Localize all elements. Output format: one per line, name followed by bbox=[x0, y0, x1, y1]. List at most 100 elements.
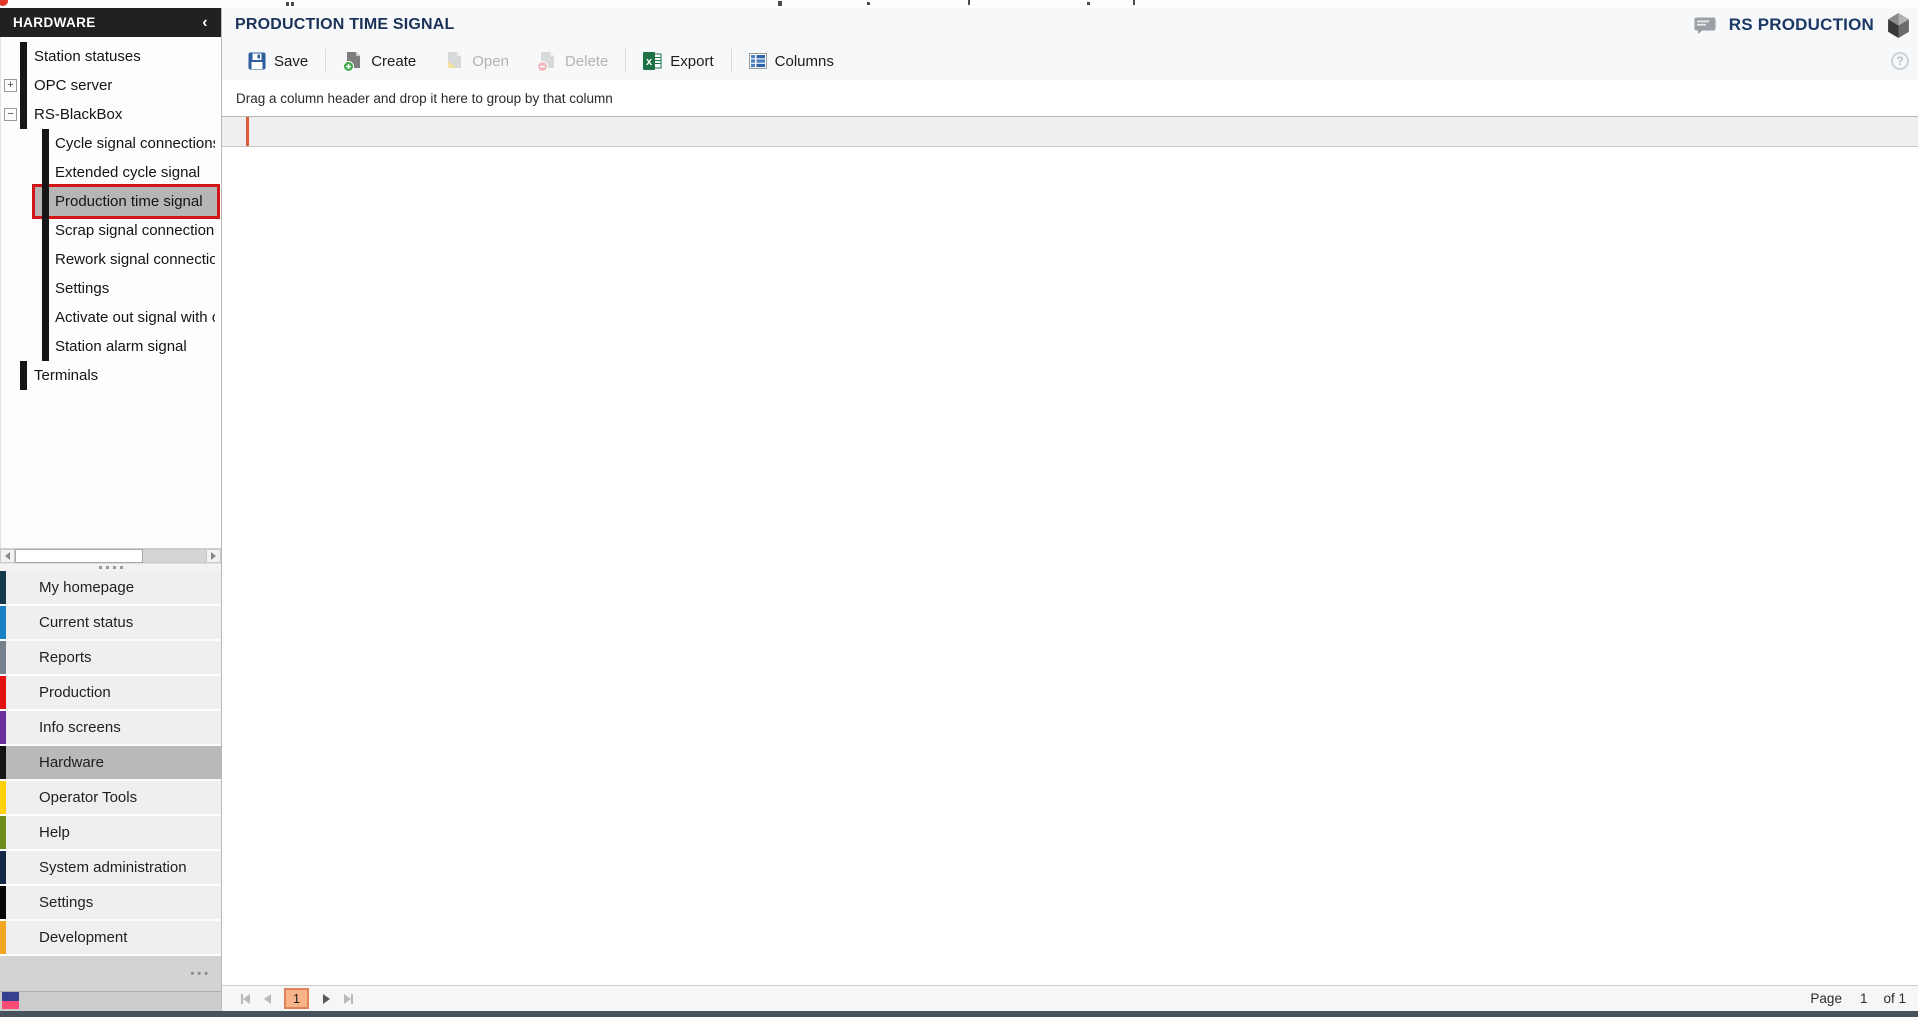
nav-color-stripe bbox=[0, 711, 6, 744]
toolbar-separator bbox=[625, 49, 626, 73]
save-label: Save bbox=[274, 53, 308, 70]
create-icon bbox=[343, 51, 363, 72]
cube-logo-icon bbox=[1887, 13, 1910, 38]
nav-item-development[interactable]: Development bbox=[0, 921, 221, 954]
pager-bar: 1 Page 1 of 1 bbox=[222, 985, 1918, 1011]
tree-item-label: Settings bbox=[55, 280, 109, 297]
language-flag-icon[interactable] bbox=[2, 992, 19, 1009]
text-fragment bbox=[286, 2, 289, 6]
tree-item-cycle-signal-connections[interactable]: Cycle signal connections bbox=[1, 129, 221, 158]
tree-item-opc-server[interactable]: + OPC server bbox=[1, 71, 221, 100]
tree-item-label: RS-BlackBox bbox=[34, 106, 122, 123]
expand-plus-icon[interactable]: + bbox=[4, 79, 17, 92]
nav-item-system-administration[interactable]: System administration bbox=[0, 851, 221, 884]
tree-guide-bar bbox=[42, 303, 49, 332]
previous-page-icon bbox=[264, 994, 271, 1004]
nav-item-label: My homepage bbox=[39, 579, 134, 596]
open-label: Open bbox=[472, 53, 509, 70]
open-button[interactable]: Open bbox=[430, 46, 523, 76]
nav-item-settings[interactable]: Settings bbox=[0, 886, 221, 919]
nav-item-operator-tools[interactable]: Operator Tools bbox=[0, 781, 221, 814]
current-page-button[interactable]: 1 bbox=[284, 988, 309, 1009]
nav-item-help[interactable]: Help bbox=[0, 816, 221, 849]
text-fragment bbox=[867, 2, 870, 5]
columns-button[interactable]: Columns bbox=[735, 46, 848, 76]
delete-icon bbox=[537, 51, 557, 72]
tree-item-label: Cycle signal connections bbox=[55, 135, 215, 152]
next-page-icon bbox=[323, 994, 330, 1004]
create-label: Create bbox=[371, 53, 416, 70]
nav-color-stripe bbox=[0, 816, 6, 849]
tree-item-station-alarm-signal[interactable]: Station alarm signal bbox=[1, 332, 221, 361]
nav-item-production[interactable]: Production bbox=[0, 676, 221, 709]
nav-item-my-homepage[interactable]: My homepage bbox=[0, 571, 221, 604]
tree-item-label: Terminals bbox=[34, 367, 98, 384]
collapse-minus-icon[interactable]: − bbox=[4, 108, 17, 121]
excel-export-icon: x bbox=[643, 52, 662, 70]
nav-item-label: Reports bbox=[39, 649, 92, 666]
nav-color-stripe bbox=[0, 606, 6, 639]
nav-color-stripe bbox=[0, 746, 6, 779]
tree-guide-bar bbox=[20, 42, 27, 71]
scroll-left-button[interactable] bbox=[0, 549, 15, 563]
module-nav: My homepage Current status Reports Produ… bbox=[0, 571, 221, 956]
tree-item-rework-signal-connection[interactable]: Rework signal connection bbox=[1, 245, 221, 274]
save-button[interactable]: Save bbox=[234, 46, 322, 76]
tree-item-label: OPC server bbox=[34, 77, 112, 94]
left-arrow-icon bbox=[5, 552, 10, 560]
help-icon[interactable]: ? bbox=[1891, 52, 1909, 70]
first-page-button[interactable] bbox=[234, 989, 256, 1009]
nav-color-stripe bbox=[0, 641, 6, 674]
tree-item-production-time-signal[interactable]: Production time signal bbox=[1, 187, 221, 216]
nav-item-current-status[interactable]: Current status bbox=[0, 606, 221, 639]
tree-item-label: Activate out signal with o bbox=[55, 309, 215, 326]
chat-icon[interactable] bbox=[1694, 17, 1716, 34]
sidebar-title: HARDWARE bbox=[13, 15, 96, 30]
scrollbar-thumb[interactable] bbox=[15, 549, 143, 563]
main-content: PRODUCTION TIME SIGNAL RS PRODUCTION bbox=[222, 8, 1918, 1011]
panel-splitter[interactable] bbox=[0, 563, 221, 571]
page-indicator: Page 1 of 1 bbox=[1810, 991, 1906, 1006]
brand-cluster: RS PRODUCTION bbox=[1694, 8, 1910, 42]
export-label: Export bbox=[670, 53, 713, 70]
text-fragment bbox=[1133, 0, 1135, 5]
nav-item-info-screens[interactable]: Info screens bbox=[0, 711, 221, 744]
delete-button[interactable]: Delete bbox=[523, 46, 622, 76]
page-number-field[interactable]: 1 bbox=[1860, 991, 1868, 1006]
nav-item-label: Current status bbox=[39, 614, 133, 631]
tree-horizontal-scrollbar[interactable] bbox=[0, 548, 221, 563]
collapse-sidebar-icon[interactable]: ‹ bbox=[202, 15, 208, 31]
tree-guide-bar bbox=[42, 332, 49, 361]
first-page-icon bbox=[243, 994, 250, 1004]
nav-item-label: System administration bbox=[39, 859, 187, 876]
grid-column-header-row[interactable] bbox=[222, 116, 1918, 147]
grid-accent-line bbox=[246, 117, 249, 146]
previous-page-button[interactable] bbox=[256, 989, 278, 1009]
create-button[interactable]: Create bbox=[329, 46, 430, 76]
tree-item-terminals[interactable]: Terminals bbox=[1, 361, 221, 390]
next-page-button[interactable] bbox=[315, 989, 337, 1009]
scrollbar-track[interactable] bbox=[143, 549, 206, 563]
tree-item-settings[interactable]: Settings bbox=[1, 274, 221, 303]
tree-item-station-statuses[interactable]: Station statuses bbox=[1, 42, 221, 71]
tree-item-activate-out-signal[interactable]: Activate out signal with o bbox=[1, 303, 221, 332]
delete-label: Delete bbox=[565, 53, 608, 70]
tree-guide-bar bbox=[42, 216, 49, 245]
tree-item-rs-blackbox[interactable]: − RS-BlackBox bbox=[1, 100, 221, 129]
nav-item-hardware[interactable]: Hardware bbox=[0, 746, 221, 779]
nav-item-reports[interactable]: Reports bbox=[0, 641, 221, 674]
group-by-dropzone[interactable]: Drag a column header and drop it here to… bbox=[222, 80, 1918, 116]
ellipsis-icon: ••• bbox=[190, 968, 211, 980]
grid-body-empty[interactable] bbox=[222, 147, 1918, 985]
tree-item-label: Extended cycle signal bbox=[55, 164, 200, 181]
toolbar: Save Create bbox=[222, 42, 1918, 80]
scroll-right-button[interactable] bbox=[206, 549, 221, 563]
nav-overflow-button[interactable]: ••• bbox=[0, 956, 221, 992]
nav-item-label: Production bbox=[39, 684, 111, 701]
nav-item-label: Hardware bbox=[39, 754, 104, 771]
last-page-button[interactable] bbox=[337, 989, 359, 1009]
export-button[interactable]: x Export bbox=[629, 46, 727, 76]
text-fragment bbox=[1087, 2, 1090, 5]
tree-item-scrap-signal-connections[interactable]: Scrap signal connections bbox=[1, 216, 221, 245]
tree-item-extended-cycle-signal[interactable]: Extended cycle signal bbox=[1, 158, 221, 187]
